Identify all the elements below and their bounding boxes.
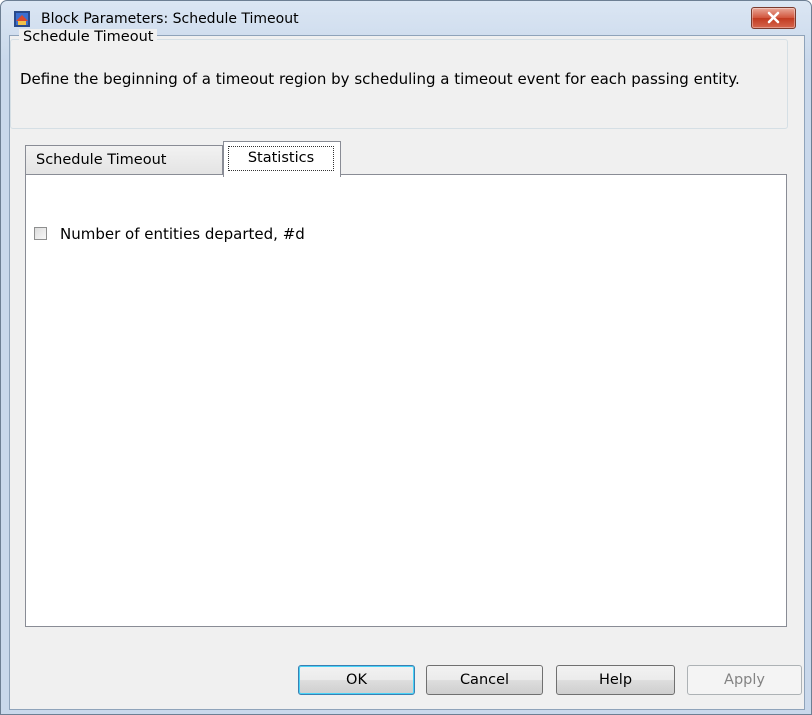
tab-statistics[interactable]: Statistics — [223, 141, 341, 177]
window-title: Block Parameters: Schedule Timeout — [41, 11, 299, 27]
ok-button[interactable]: OK — [298, 665, 415, 695]
close-button[interactable] — [751, 7, 796, 29]
tab-label: Statistics — [247, 150, 315, 166]
close-icon — [767, 11, 780, 24]
simulink-block-icon — [14, 11, 30, 27]
entities-departed-checkbox[interactable] — [34, 227, 47, 240]
cancel-button[interactable]: Cancel — [426, 665, 543, 695]
groupbox-legend: Schedule Timeout — [19, 29, 158, 45]
tab-focus-rect: Statistics — [228, 146, 334, 171]
block-description: Define the beginning of a timeout region… — [20, 70, 740, 88]
help-button[interactable]: Help — [556, 665, 675, 695]
apply-button[interactable]: Apply — [687, 665, 802, 695]
entities-departed-label[interactable]: Number of entities departed, #d — [60, 225, 305, 243]
dialog-window: Block Parameters: Schedule Timeout Sched… — [0, 0, 812, 715]
tab-schedule-timeout[interactable]: Schedule Timeout — [25, 145, 223, 175]
tab-label: Schedule Timeout — [36, 152, 167, 168]
